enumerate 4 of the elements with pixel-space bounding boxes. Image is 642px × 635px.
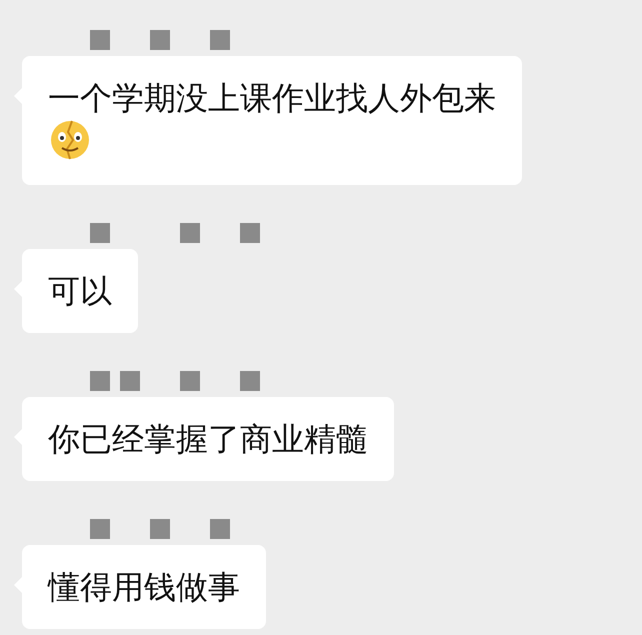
message-text: 一个学期没上课作业找人外包来	[48, 79, 496, 117]
message-text: 可以	[48, 272, 112, 310]
message-text: 懂得用钱做事	[48, 568, 240, 606]
message-text: 你已经掌握了商业精髓	[48, 420, 368, 458]
